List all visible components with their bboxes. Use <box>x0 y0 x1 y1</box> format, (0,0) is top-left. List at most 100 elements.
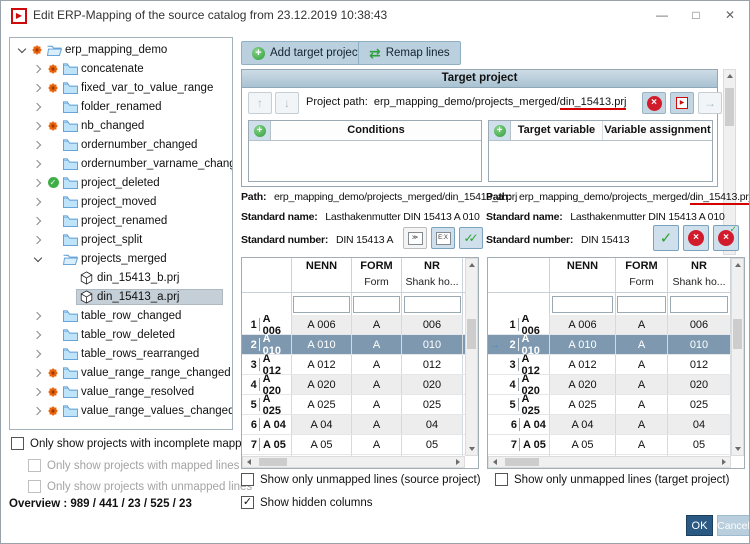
row-header-cell[interactable]: 5A 025 <box>242 395 292 414</box>
chevron-right-icon[interactable] <box>32 311 40 319</box>
form-cell[interactable]: A <box>352 435 402 454</box>
nenn-cell[interactable]: A 05 <box>550 435 616 454</box>
column-header-nr[interactable]: NRShank ho... <box>668 258 731 292</box>
chevron-right-icon[interactable] <box>32 121 40 129</box>
tree-item-content[interactable]: table_row_deleted <box>61 328 179 341</box>
chevron-right-icon[interactable] <box>32 64 40 72</box>
nenn-cell[interactable]: A 010 <box>550 335 616 354</box>
checkbox-box[interactable] <box>28 480 41 493</box>
show-hidden-columns-checkbox[interactable]: ✓ Show hidden columns <box>241 496 373 509</box>
column-header-nr[interactable]: NRShank ho... <box>402 258 463 292</box>
tree-item[interactable]: table_row_deleted <box>10 325 232 344</box>
expression-editor-button[interactable]: E:X <box>431 227 455 249</box>
go-to-project-button[interactable]: → <box>698 92 722 114</box>
chevron-right-icon[interactable] <box>32 235 40 243</box>
nr-cell[interactable]: 006 <box>668 315 731 334</box>
nenn-cell[interactable]: A 010 <box>292 335 352 354</box>
tree-item[interactable]: project_moved <box>10 192 232 211</box>
tree-item-content[interactable]: ordernumber_varname_changed <box>61 157 233 170</box>
table-row[interactable]: 5A 025A 025A025 <box>488 395 731 415</box>
map-all-lines-button[interactable]: ✓✓ <box>459 227 483 249</box>
tree-item-content[interactable]: folder_renamed <box>61 100 166 113</box>
row-header-cell[interactable]: 1A 006 <box>488 315 550 334</box>
scroll-left-button[interactable] <box>243 457 255 467</box>
scrollbar-thumb[interactable] <box>505 458 539 466</box>
tree-item[interactable]: nb_changed <box>10 116 232 135</box>
tree-item[interactable]: ordernumber_varname_changed <box>10 154 232 173</box>
add-condition-button[interactable]: + <box>249 121 271 140</box>
form-cell[interactable]: A <box>616 415 668 434</box>
source-nenn-filter-input[interactable] <box>293 296 349 313</box>
target-nr-filter-input[interactable] <box>670 296 729 313</box>
tree-item[interactable]: projects_merged <box>10 249 232 268</box>
incomplete-mappings-checkbox[interactable]: Only show projects with incomplete mappi… <box>11 437 263 450</box>
row-header-cell[interactable]: 1A 006 <box>242 315 292 334</box>
tree-item-content[interactable]: value_range_values_changed <box>61 404 233 417</box>
nenn-cell[interactable]: A 025 <box>550 395 616 414</box>
tree-item-content[interactable]: project_deleted <box>61 176 164 189</box>
form-cell[interactable]: A <box>616 315 668 334</box>
chevron-right-icon[interactable] <box>32 102 40 110</box>
scroll-down-button[interactable] <box>466 443 477 455</box>
minimize-button[interactable]: — <box>645 1 679 29</box>
target-table-vscrollbar[interactable] <box>731 258 744 456</box>
tree-item[interactable]: value_range_values_changed <box>10 401 232 420</box>
tree-item[interactable]: erp_mapping_demo <box>10 40 232 59</box>
scrollbar-thumb[interactable] <box>725 88 734 126</box>
nr-cell[interactable]: 020 <box>668 375 731 394</box>
table-row[interactable]: 7A 05A 05A05 <box>242 435 465 455</box>
row-header-cell[interactable]: 3A 012 <box>242 355 292 374</box>
tree-item[interactable]: folder_renamed <box>10 97 232 116</box>
tree-item[interactable]: concatenate <box>10 59 232 78</box>
maximize-button[interactable]: □ <box>679 1 713 29</box>
chevron-right-icon[interactable] <box>32 387 40 395</box>
form-cell[interactable]: A <box>352 335 402 354</box>
remap-lines-button[interactable]: ⇄ Remap lines <box>358 41 461 65</box>
row-header-cell[interactable]: 7A 05 <box>488 435 550 454</box>
chevron-right-icon[interactable] <box>32 349 40 357</box>
nenn-cell[interactable]: A 020 <box>550 375 616 394</box>
unmapped-lines-checkbox[interactable]: Only show projects with unmapped lines <box>28 480 252 493</box>
cancel-button[interactable]: Cancel <box>717 515 750 536</box>
tree-item[interactable]: project_renamed <box>10 211 232 230</box>
form-cell[interactable]: A <box>616 375 668 394</box>
tree-item-content[interactable]: project_renamed <box>61 214 171 227</box>
scroll-down-button[interactable] <box>732 443 743 455</box>
form-cell[interactable]: A <box>352 395 402 414</box>
chevron-down-icon[interactable] <box>17 44 25 52</box>
mapped-lines-checkbox[interactable]: Only show projects with mapped lines <box>28 459 239 472</box>
form-cell[interactable]: A <box>352 315 402 334</box>
row-header-cell[interactable]: 3A 012 <box>488 355 550 374</box>
chevron-right-icon[interactable] <box>32 140 40 148</box>
nr-cell[interactable]: 012 <box>402 355 463 374</box>
nr-cell[interactable]: 04 <box>668 415 731 434</box>
source-table-vscrollbar[interactable] <box>465 258 478 456</box>
tree-item[interactable]: din_15413_b.prj <box>10 268 232 287</box>
nr-cell[interactable]: 010 <box>402 335 463 354</box>
nenn-cell[interactable]: A 006 <box>550 315 616 334</box>
nr-cell[interactable]: 020 <box>402 375 463 394</box>
form-cell[interactable]: A <box>352 415 402 434</box>
target-nenn-filter-input[interactable] <box>552 296 613 313</box>
table-row[interactable]: 5A 025A 025A025 <box>242 395 465 415</box>
chevron-right-icon[interactable] <box>32 406 40 414</box>
checkbox-box[interactable] <box>28 459 41 472</box>
checkbox-box[interactable] <box>11 437 24 450</box>
tree-item-content[interactable]: table_rows_rearranged <box>61 347 203 360</box>
scroll-up-button[interactable] <box>466 259 477 271</box>
tree-item-content[interactable]: concatenate <box>61 62 148 75</box>
column-header-nenn[interactable]: NENN <box>550 258 616 292</box>
target-unmapped-checkbox[interactable]: Show only unmapped lines (target project… <box>495 473 729 486</box>
chevron-down-icon[interactable] <box>33 253 41 261</box>
tree-item-content[interactable]: erp_mapping_demo <box>45 43 171 56</box>
checkbox-box[interactable]: ✓ <box>241 496 254 509</box>
target-form-filter-input[interactable] <box>617 296 666 313</box>
nr-cell[interactable]: 05 <box>402 435 463 454</box>
form-cell[interactable]: A <box>616 355 668 374</box>
open-erp-project-button[interactable]: ▶ <box>670 92 694 114</box>
tree-item[interactable]: din_15413_a.prj <box>10 287 232 306</box>
row-header-cell[interactable]: 4A 020 <box>242 375 292 394</box>
tree-item-content[interactable]: value_range_resolved <box>61 385 198 398</box>
target-table-hscrollbar[interactable] <box>488 456 731 468</box>
scrollbar-thumb[interactable] <box>467 319 476 349</box>
